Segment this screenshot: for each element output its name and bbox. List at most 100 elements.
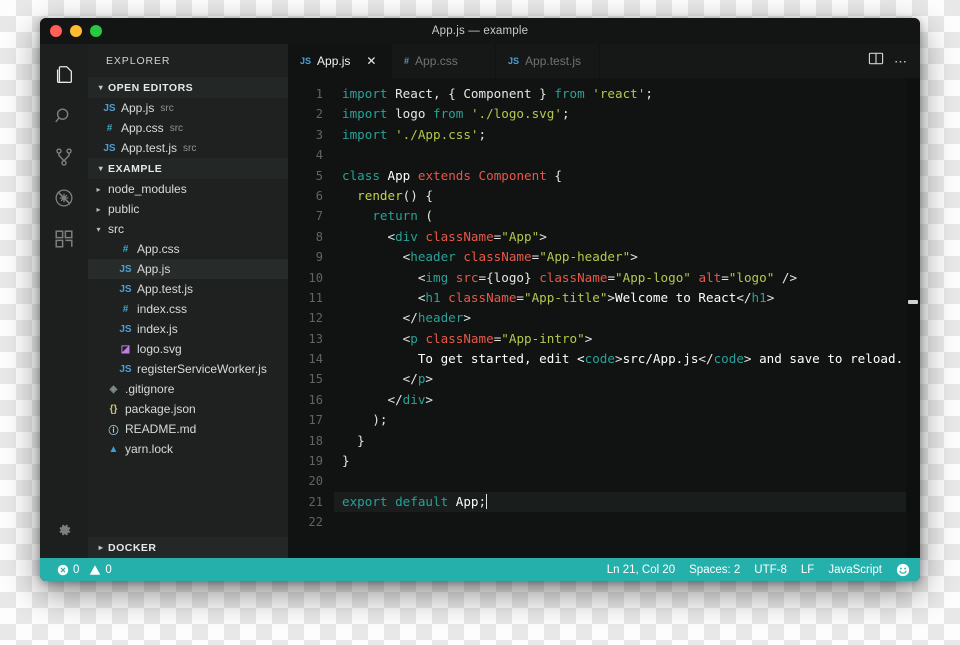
indentation-status[interactable]: Spaces: 2 <box>682 558 747 581</box>
activity-bar <box>40 44 88 558</box>
tree-file-item[interactable]: JSregisterServiceWorker.js <box>88 359 288 379</box>
code-line: import React, { Component } from 'react'… <box>334 84 920 104</box>
code-token: header <box>410 249 456 264</box>
editor-tab[interactable]: JSApp.test.js <box>496 44 600 78</box>
docker-header[interactable]: DOCKER <box>88 537 288 558</box>
activity-item-explorer[interactable] <box>40 54 88 95</box>
eol-status[interactable]: LF <box>794 558 821 581</box>
code-token: from <box>433 106 463 121</box>
code-token: > <box>463 310 471 325</box>
close-icon[interactable]: ✕ <box>366 55 376 67</box>
code-token: src <box>456 270 479 285</box>
code-content[interactable]: import React, { Component } from 'react'… <box>334 78 920 558</box>
code-token: > <box>607 290 615 305</box>
language-status[interactable]: JavaScript <box>821 558 889 581</box>
code-token: "App-logo" <box>615 270 691 285</box>
status-bar-right: Ln 21, Col 20 Spaces: 2 UTF-8 LF JavaScr… <box>600 558 910 581</box>
code-token: render <box>357 188 403 203</box>
tree-file-item[interactable]: #index.css <box>88 299 288 319</box>
chevron-right-icon[interactable]: ▸ <box>92 185 105 194</box>
activity-item-extensions[interactable] <box>40 218 88 259</box>
activity-item-source-control[interactable] <box>40 136 88 177</box>
open-editor-item[interactable]: #App.csssrc <box>88 118 288 138</box>
source-control-icon <box>53 146 75 168</box>
editor-scrollbar[interactable] <box>906 78 920 558</box>
tree-item-label: src <box>108 222 124 236</box>
traffic-lights <box>50 25 102 37</box>
tree-folder-item[interactable]: ▸public <box>88 199 288 219</box>
code-line <box>334 471 920 491</box>
code-token: export <box>342 494 388 509</box>
tree-item-label: index.js <box>137 322 178 336</box>
code-token <box>342 188 357 203</box>
folder-header[interactable]: EXAMPLE <box>88 158 288 179</box>
tree-folder-item[interactable]: ▸node_modules <box>88 179 288 199</box>
code-token: "App-intro" <box>501 331 584 346</box>
chevron-down-icon <box>94 83 108 92</box>
code-token: return <box>372 208 418 223</box>
close-window-button[interactable] <box>50 25 62 37</box>
feedback-smiley-icon[interactable] <box>889 558 910 581</box>
tree-file-item[interactable]: JSApp.test.js <box>88 279 288 299</box>
code-token: Component <box>479 168 547 183</box>
activity-item-settings[interactable] <box>40 509 88 550</box>
code-token: > <box>744 351 752 366</box>
file-type-icon: JS <box>300 56 311 66</box>
file-type-icon: ⓘ <box>105 422 122 437</box>
file-type-icon: JS <box>101 103 118 114</box>
editor-tab[interactable]: JS App.js ✕ <box>288 44 392 78</box>
code-token: className <box>539 270 607 285</box>
line-number: 6 <box>288 186 334 206</box>
line-number: 16 <box>288 390 334 410</box>
file-type-icon: # <box>117 304 134 315</box>
cursor-position[interactable]: Ln 21, Col 20 <box>600 558 682 581</box>
open-editor-item[interactable]: JSApp.jssrc <box>88 98 288 118</box>
tree-item-label: .gitignore <box>125 382 174 396</box>
code-token: className <box>425 331 493 346</box>
code-token: > <box>539 229 547 244</box>
code-token: './logo.svg' <box>471 106 562 121</box>
open-editor-item[interactable]: JSApp.test.jssrc <box>88 138 288 158</box>
search-icon <box>53 105 75 127</box>
code-line: import logo from './logo.svg'; <box>334 104 920 124</box>
zoom-window-button[interactable] <box>90 25 102 37</box>
chevron-right-icon[interactable]: ▸ <box>92 205 105 214</box>
problems-status[interactable]: 0 0 <box>50 558 119 581</box>
editor-main[interactable]: 12345678910111213141516171819202122 impo… <box>288 78 920 558</box>
ellipsis-icon[interactable]: ⋯ <box>894 55 908 68</box>
tree-file-item[interactable]: #App.css <box>88 239 288 259</box>
open-editor-folder: src <box>170 123 183 134</box>
code-token: = <box>479 270 487 285</box>
activity-item-search[interactable] <box>40 95 88 136</box>
code-token: () { <box>403 188 433 203</box>
minimize-window-button[interactable] <box>70 25 82 37</box>
tree-file-item[interactable]: ◈.gitignore <box>88 379 288 399</box>
file-type-icon: # <box>101 123 118 134</box>
activity-item-debug[interactable] <box>40 177 88 218</box>
editor-tab[interactable]: #App.css <box>392 44 496 78</box>
tab-label: App.js <box>317 54 350 68</box>
code-token: > <box>425 371 433 386</box>
encoding-status[interactable]: UTF-8 <box>747 558 794 581</box>
code-line: </p> <box>334 369 920 389</box>
open-editors-header[interactable]: OPEN EDITORS <box>88 77 288 98</box>
tree-file-item[interactable]: ◪logo.svg <box>88 339 288 359</box>
tree-file-item[interactable]: JSApp.js <box>88 259 288 279</box>
code-token <box>380 168 388 183</box>
split-editor-icon[interactable] <box>868 51 884 71</box>
code-line: ); <box>334 410 920 430</box>
code-token <box>471 168 479 183</box>
code-token: div <box>395 229 418 244</box>
code-token: "App-title" <box>524 290 607 305</box>
tree-file-item[interactable]: ⓘREADME.md <box>88 419 288 439</box>
code-token: </ <box>342 371 418 386</box>
open-editor-name: App.js <box>121 101 154 115</box>
chevron-down-icon[interactable]: ▾ <box>92 225 105 234</box>
tree-file-item[interactable]: JSindex.js <box>88 319 288 339</box>
code-line: To get started, edit <code>src/App.js</c… <box>334 349 920 369</box>
tree-file-item[interactable]: ▲yarn.lock <box>88 439 288 459</box>
tree-folder-item[interactable]: ▾src <box>88 219 288 239</box>
tree-file-item[interactable]: {}package.json <box>88 399 288 419</box>
code-line: <div className="App"> <box>334 227 920 247</box>
overview-ruler-marker <box>908 300 918 304</box>
